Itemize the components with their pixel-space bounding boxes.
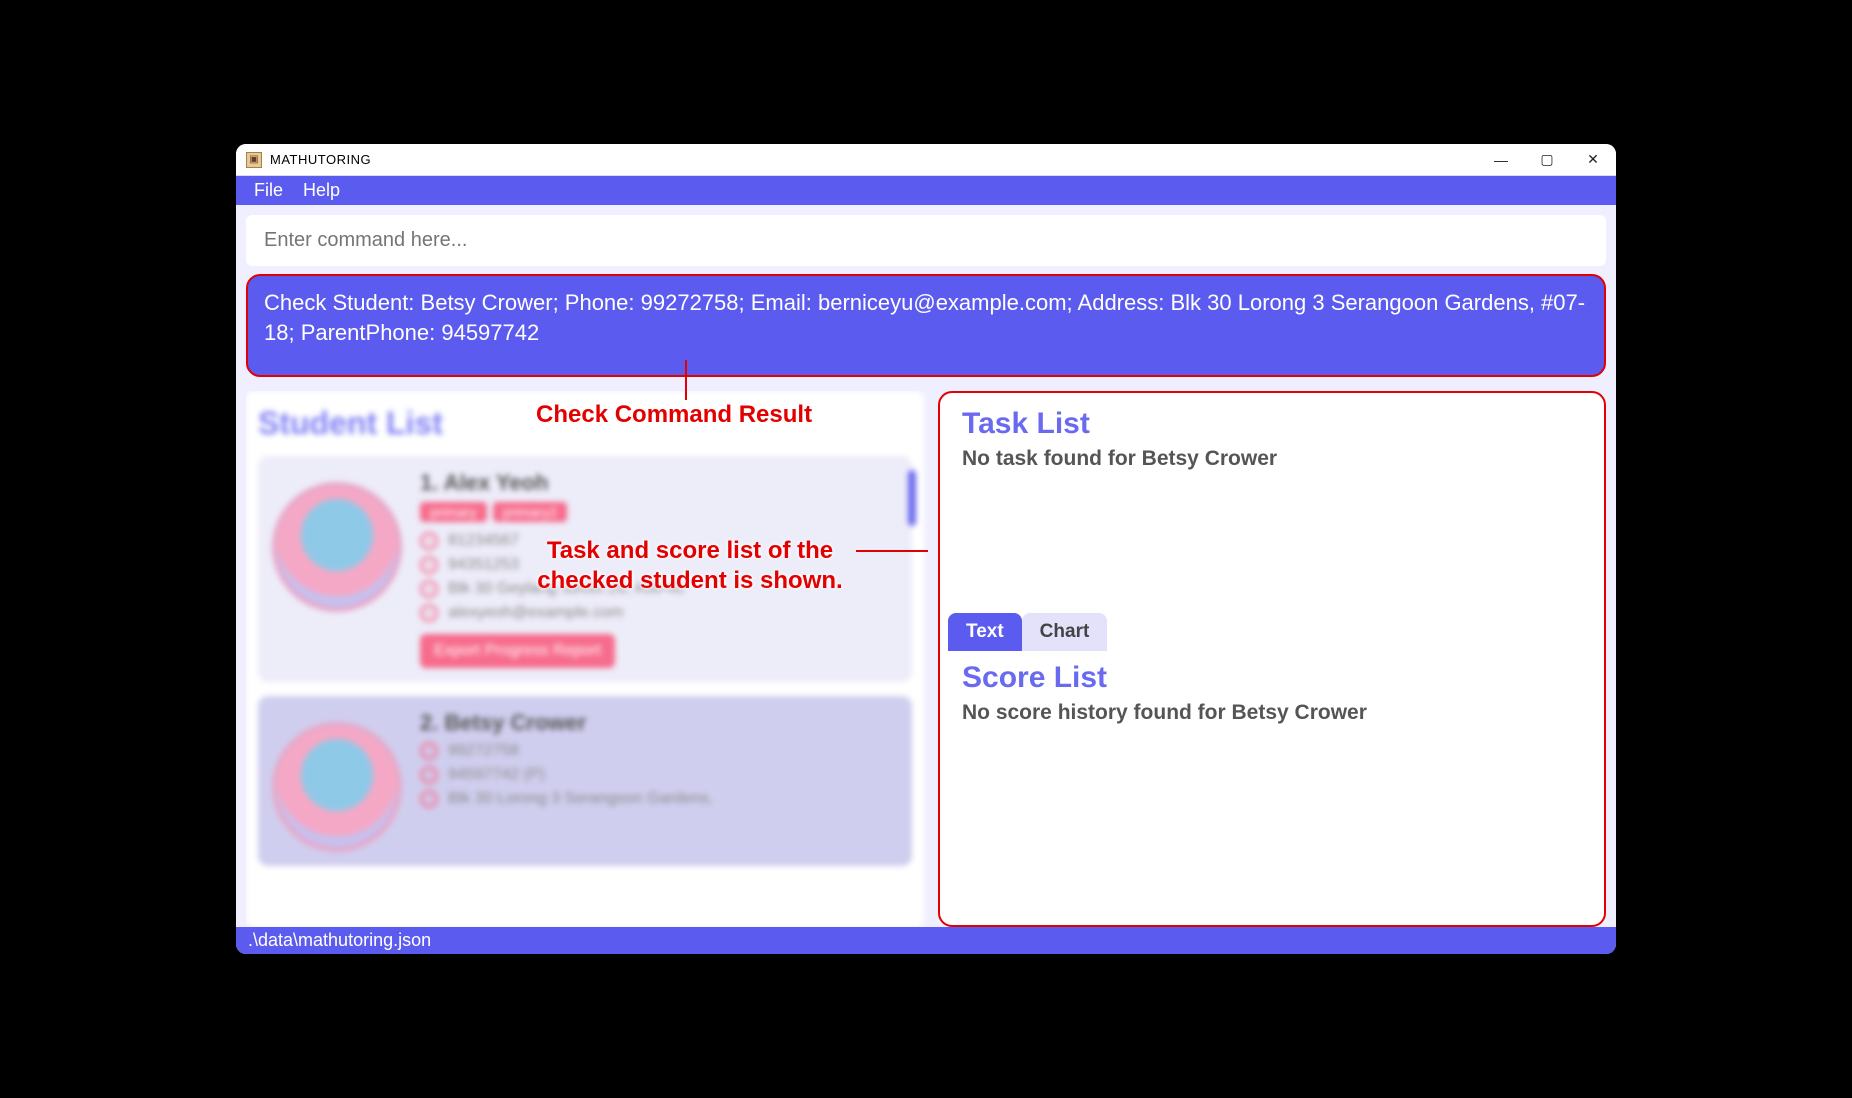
minimize-button[interactable]: — [1478,144,1524,176]
status-path: .\data\mathutoring.json [248,930,431,950]
export-button[interactable]: Export Progress Report [420,634,615,668]
score-list-title: Score List [962,661,1582,695]
maximize-button[interactable]: ▢ [1524,144,1570,176]
phone-icon [420,766,438,784]
task-list-title: Task List [962,407,1582,441]
window-title: MATHUTORING [270,152,371,167]
close-button[interactable]: ✕ [1570,144,1616,176]
app-icon: ▣ [246,152,262,168]
tag: primary [420,502,487,522]
menu-help[interactable]: Help [303,180,340,201]
phone-icon [420,532,438,550]
score-list-empty-msg: No score history found for Betsy Crower [962,701,1582,725]
tag: primary2 [493,502,567,522]
address-icon [420,790,438,808]
student-list-title: Student List [258,405,912,442]
scrollbar-thumb[interactable] [908,470,916,526]
phone-icon [420,556,438,574]
avatar [272,482,402,612]
phone-icon [420,742,438,760]
command-input[interactable] [246,215,1606,266]
address-icon [420,580,438,598]
task-list-empty-msg: No task found for Betsy Crower [962,447,1582,471]
status-bar: .\data\mathutoring.json [236,927,1616,954]
student-card-1[interactable]: 1. Alex Yeoh primary primary2 81234567 9… [258,456,912,682]
avatar [272,722,402,852]
student-card-2[interactable]: 2. Betsy Crower 99272758 94597742 (P) Bl… [258,696,912,866]
email-icon [420,604,438,622]
tab-text[interactable]: Text [948,613,1022,651]
titlebar: ▣ MATHUTORING — ▢ ✕ [236,144,1616,176]
menubar: File Help [236,176,1616,205]
tab-chart[interactable]: Chart [1022,613,1108,651]
menu-file[interactable]: File [254,180,283,201]
student-list-panel: Student List 1. Alex Yeoh primary primar… [246,391,924,927]
detail-panel: Task List No task found for Betsy Crower… [938,391,1606,927]
command-result: Check Student: Betsy Crower; Phone: 9927… [246,274,1606,377]
